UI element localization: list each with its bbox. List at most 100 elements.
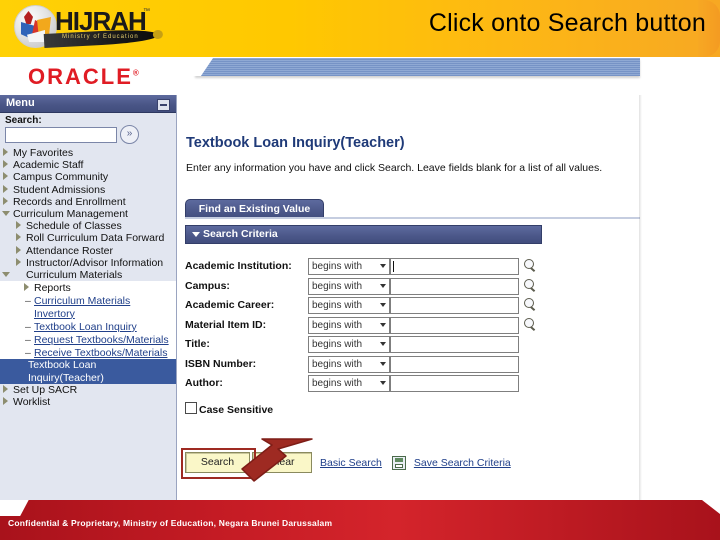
chevron-down-icon[interactable] [380,322,386,327]
value-input[interactable] [390,355,519,373]
page-instructions: Enter any information you have and click… [186,162,603,174]
lookup-magnifier-icon[interactable] [523,278,537,293]
search-criteria-row: Author: begins with [185,375,635,395]
sidebar-item-curriculum-materials-invertory[interactable]: – Curriculum Materials Invertory [0,294,176,320]
tab-find-an-existing-value[interactable]: Find an Existing Value [185,199,324,219]
sidebar-item-request-textbooks-materials[interactable]: – Request Textbooks/Materials [0,333,176,347]
lookup-magnifier-icon[interactable] [523,317,537,332]
hijrah-logo: HIJRAH ™ Ministry of Education [4,0,164,50]
value-input[interactable] [390,258,519,275]
operator-select[interactable]: begins with [308,355,390,373]
chevron-right-icon[interactable] [3,160,8,169]
chevron-down-icon[interactable] [2,211,10,217]
chevron-right-icon[interactable] [3,397,8,406]
search-criteria-section-header[interactable]: Search Criteria [185,225,542,244]
sidebar-item-label: Reports [34,282,71,295]
sidebar-item-receive-textbooks-materials[interactable]: – Receive Textbooks/Materials [0,346,176,360]
value-input[interactable] [390,297,519,314]
search-criteria-row: Academic Institution: begins with [185,258,635,278]
slide-banner: HIJRAH ™ Ministry of Education Click ont… [0,0,720,57]
chevron-right-icon[interactable] [3,196,8,205]
lookup-magnifier-icon[interactable] [523,258,537,273]
operator-select[interactable]: begins with [308,316,390,334]
sidebar-item-instructor-advisor-information[interactable]: Instructor/Advisor Information [0,257,176,269]
footer-corner-decoration [702,500,720,514]
value-input[interactable] [390,375,519,392]
page-title: Textbook Loan Inquiry(Teacher) [186,135,405,151]
chevron-right-icon[interactable] [24,283,29,292]
case-sensitive-checkbox[interactable] [185,402,197,414]
sidebar-item-label: Curriculum Materials [26,269,123,282]
minimize-icon[interactable] [157,99,170,111]
list-dash-icon: – [25,347,31,360]
field-label: Campus: [185,279,230,292]
operator-select[interactable]: begins with [308,258,390,275]
annotation-arrow-icon [241,438,313,482]
value-input[interactable] [390,277,519,295]
sidebar-item-records-and-enrollment[interactable]: Records and Enrollment [0,196,176,208]
chevron-down-icon[interactable] [2,272,10,278]
operator-select[interactable]: begins with [308,297,390,314]
basic-search-link[interactable]: Basic Search [320,457,382,469]
sidebar-search-go-icon[interactable]: » [120,125,139,144]
operator-select[interactable]: begins with [308,375,390,392]
value-input[interactable] [390,336,519,353]
operator-select[interactable]: begins with [308,336,390,353]
sidebar-item-student-admissions[interactable]: Student Admissions [0,184,176,196]
sidebar-item-curriculum-materials[interactable]: Curriculum Materials [0,269,176,281]
operator-select[interactable]: begins with [308,277,390,295]
sidebar-item-worklist[interactable]: Worklist [0,396,176,408]
sidebar-item-label: Curriculum Management [13,208,128,221]
case-sensitive-label: Case Sensitive [199,404,274,416]
sidebar-item-textbook-loan-inquiry[interactable]: – Textbook Loan Inquiry [0,319,176,334]
list-dash-icon: – [25,295,31,308]
sidebar-item-label: Instructor/Advisor Information [26,256,164,269]
sidebar-item-my-favorites[interactable]: My Favorites [0,147,176,159]
lookup-magnifier-icon[interactable] [523,297,537,312]
sidebar-item-label: Campus Community [13,171,109,184]
value-input[interactable] [390,316,519,334]
chevron-down-icon[interactable] [380,264,386,268]
navigation-tree: My Favorites Academic Staff Campus Communi… [0,147,176,408]
chevron-right-icon[interactable] [16,233,21,242]
sidebar-item-label: Academic Staff [13,159,84,172]
chevron-right-icon[interactable] [16,245,21,254]
hijrah-logo-text: HIJRAH [55,6,147,36]
chevron-right-icon[interactable] [3,148,8,156]
sidebar-item-attendance-roster[interactable]: Attendance Roster [0,245,176,257]
sidebar-search-input[interactable] [5,127,117,143]
case-sensitive-row[interactable]: Case Sensitive [185,400,273,418]
application-window: Menu Search: » My Favorites Academic Staf… [0,95,640,500]
sidebar-item-reports[interactable]: Reports [0,281,176,295]
page-edge-shadow [639,95,642,505]
operator-select-value: begins with [312,280,363,292]
sidebar-item-curriculum-management[interactable]: Curriculum Management [0,208,176,220]
sidebar-item-roll-curriculum-data-forward[interactable]: Roll Curriculum Data Forward [0,232,176,244]
sidebar-item-textbook-loan-inquiry-teacher[interactable]: Textbook Loan Inquiry(Teacher) [0,359,176,384]
footer-text: Confidential & Proprietary, Ministry of … [8,518,333,528]
field-label: Title: [185,338,210,350]
chevron-down-icon[interactable] [380,283,386,288]
operator-select-value: begins with [312,300,363,311]
sidebar-item-academic-staff[interactable]: Academic Staff [0,159,176,171]
chevron-down-icon[interactable] [380,303,386,307]
chevron-down-icon[interactable] [380,361,386,366]
sidebar-item-label: Textbook Loan Inquiry [34,320,137,333]
floppy-disk-icon[interactable] [391,455,406,470]
chevron-down-icon[interactable] [380,342,386,346]
sidebar-item-set-up-sacr[interactable]: Set Up SACR [0,384,176,396]
chevron-right-icon[interactable] [16,221,21,230]
sidebar-item-campus-community[interactable]: Campus Community [0,171,176,183]
chevron-down-icon[interactable] [380,381,386,385]
chevron-right-icon[interactable] [16,257,21,266]
oracle-logo: ORACLE® [28,64,139,90]
chevron-right-icon[interactable] [3,384,8,393]
save-search-criteria-link[interactable]: Save Search Criteria [414,457,511,469]
sidebar-item-schedule-of-classes[interactable]: Schedule of Classes [0,220,176,232]
chevron-right-icon[interactable] [3,184,8,193]
sidebar-item-label: Set Up SACR [13,383,78,396]
hijrah-trademark: ™ [143,8,150,15]
search-criteria-row: Title: begins with [185,336,635,356]
chevron-down-icon[interactable] [192,232,200,237]
chevron-right-icon[interactable] [3,172,8,181]
